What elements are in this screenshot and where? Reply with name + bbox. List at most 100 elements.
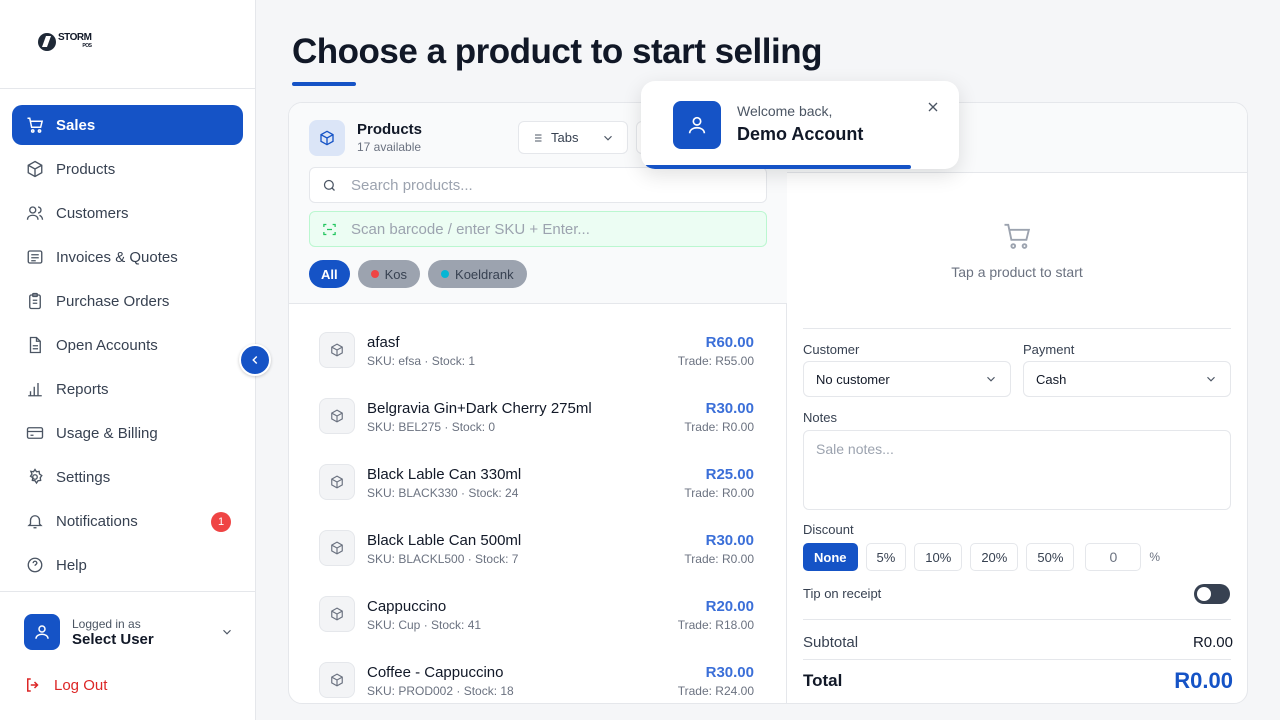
search-input[interactable]: Search products...: [309, 167, 767, 203]
sidebar-item-label: Products: [56, 160, 116, 178]
category-filters: All Kos Koeldrank: [309, 260, 527, 288]
box-icon: [309, 120, 345, 156]
tip-toggle[interactable]: [1194, 584, 1230, 604]
chevron-down-icon: [1207, 376, 1215, 382]
product-sku: SKU: BEL275 · Stock: 0: [367, 420, 496, 434]
custom-discount-input[interactable]: 0: [1085, 543, 1142, 571]
discount-5-button[interactable]: 5%: [865, 543, 907, 571]
product-sku: SKU: efsa · Stock: 1: [367, 354, 476, 368]
sidebar-item-label: Usage & Billing: [56, 424, 158, 442]
filter-all[interactable]: All: [309, 260, 350, 288]
user-switcher[interactable]: Logged in as Select User: [24, 614, 234, 650]
cart-empty-text: Tap a product to start: [951, 264, 1083, 280]
product-name: afasf: [367, 334, 400, 351]
cart-panel: Tap a product to start Customer No custo…: [787, 103, 1247, 703]
discount-none-button[interactable]: None: [803, 543, 858, 571]
search-placeholder: Search products...: [351, 176, 473, 194]
product-trade-price: Trade: R55.00: [677, 354, 754, 368]
product-name: Black Lable Can 330ml: [367, 466, 522, 483]
customer-label: Customer: [803, 342, 860, 357]
discount-20-button[interactable]: 20%: [970, 543, 1019, 571]
product-sku: SKU: BLACK330 · Stock: 24: [367, 486, 519, 500]
gear-icon: [29, 468, 43, 485]
product-row[interactable]: Black Lable Can 500ml SKU: BLACKL500 · S…: [289, 517, 787, 583]
sidebar-item-help[interactable]: Help: [12, 545, 243, 585]
discount-10-button[interactable]: 10%: [914, 543, 963, 571]
customer-value: No customer: [816, 371, 890, 387]
file-icon: [29, 336, 41, 354]
sidebar-item-label: Notifications: [56, 512, 138, 530]
box-icon: [319, 662, 355, 698]
product-name: Belgravia Gin+Dark Cherry 275ml: [367, 400, 592, 417]
sales-card: Products 17 available Tabs Search produc…: [288, 102, 1248, 704]
total-label: Total: [803, 671, 843, 690]
barcode-input[interactable]: Scan barcode / enter SKU + Enter...: [309, 211, 767, 247]
notes-textarea[interactable]: Sale notes...: [803, 430, 1231, 510]
product-row[interactable]: Cappuccino SKU: Cup · Stock: 41 R20.00 T…: [289, 583, 787, 649]
bell-icon: [27, 515, 43, 529]
main-nav: Sales Products Customers Invoices & Quot…: [12, 105, 243, 589]
filter-label: All: [321, 266, 338, 282]
payment-select[interactable]: Cash: [1023, 361, 1231, 397]
sidebar-item-label: Reports: [56, 380, 109, 398]
product-name: Cappuccino: [367, 598, 447, 615]
payment-value: Cash: [1036, 371, 1067, 387]
discount-50-button[interactable]: 50%: [1026, 543, 1075, 571]
divider: [803, 328, 1231, 329]
product-row[interactable]: afasf SKU: efsa · Stock: 1 R60.00 Trade:…: [289, 319, 787, 385]
cart-empty-state: Tap a product to start: [787, 221, 1247, 280]
category-dot: [441, 270, 450, 278]
discount-label: Discount: [803, 522, 854, 537]
sidebar-item-reports[interactable]: Reports: [12, 369, 243, 409]
tip-label: Tip on receipt: [803, 586, 882, 601]
logged-in-label: Logged in as: [72, 616, 141, 631]
customer-select[interactable]: No customer: [803, 361, 1011, 397]
sidebar-item-settings[interactable]: Settings: [12, 457, 243, 497]
product-sku: SKU: Cup · Stock: 41: [367, 618, 482, 632]
product-price: R20.00: [705, 598, 754, 615]
logout-label: Log Out: [54, 676, 108, 694]
collapse-sidebar-button[interactable]: [239, 344, 271, 376]
list-icon: [532, 134, 542, 141]
product-row[interactable]: Belgravia Gin+Dark Cherry 275ml SKU: BEL…: [289, 385, 787, 451]
box-icon: [319, 332, 355, 368]
close-icon[interactable]: [925, 99, 941, 115]
products-count: 17 available: [357, 140, 422, 154]
product-row[interactable]: Black Lable Can 330ml SKU: BLACK330 · St…: [289, 451, 787, 517]
products-panel: Products 17 available Tabs Search produc…: [289, 103, 787, 703]
product-price: R30.00: [705, 400, 754, 417]
view-mode-value: Tabs: [551, 130, 579, 145]
logo: STORM POS: [38, 33, 92, 51]
sidebar-item-label: Help: [56, 556, 87, 574]
sidebar-item-open-accounts[interactable]: Open Accounts: [12, 325, 243, 365]
notes-label: Notes: [803, 410, 837, 425]
product-list: afasf SKU: efsa · Stock: 1 R60.00 Trade:…: [289, 319, 787, 703]
sidebar-item-customers[interactable]: Customers: [12, 193, 243, 233]
filter-kos[interactable]: Kos: [357, 260, 421, 288]
product-price: R30.00: [705, 532, 754, 549]
sidebar-item-sales[interactable]: Sales: [12, 105, 243, 145]
product-row[interactable]: Coffee - Cappuccino SKU: PROD002 · Stock…: [289, 649, 787, 703]
sidebar-item-products[interactable]: Products: [12, 149, 243, 189]
product-name: Coffee - Cappuccino: [367, 664, 504, 681]
lightning-icon: [38, 33, 56, 51]
toast-greeting: Welcome back,: [737, 103, 833, 119]
product-sku: SKU: BLACKL500 · Stock: 7: [367, 552, 519, 566]
product-price: R30.00: [705, 664, 754, 681]
product-sku: SKU: PROD002 · Stock: 18: [367, 684, 514, 698]
sidebar-item-notifications[interactable]: Notifications 1: [12, 501, 243, 541]
sidebar-item-usage-billing[interactable]: Usage & Billing: [12, 413, 243, 453]
sidebar-item-label: Settings: [56, 468, 111, 486]
sidebar-item-invoices-quotes[interactable]: Invoices & Quotes: [12, 237, 243, 277]
cart-icon: [1004, 223, 1031, 249]
product-trade-price: Trade: R0.00: [684, 486, 754, 500]
credit-card-icon: [26, 427, 44, 439]
logout-button[interactable]: Log Out: [24, 676, 107, 694]
sidebar-item-purchase-orders[interactable]: Purchase Orders: [12, 281, 243, 321]
cart-icon: [27, 117, 44, 133]
filter-koeldrank[interactable]: Koeldrank: [428, 260, 527, 288]
help-icon: [27, 557, 43, 573]
toast-progress-bar: [645, 165, 911, 169]
product-name: Black Lable Can 500ml: [367, 532, 522, 549]
view-mode-select[interactable]: Tabs: [518, 121, 628, 154]
